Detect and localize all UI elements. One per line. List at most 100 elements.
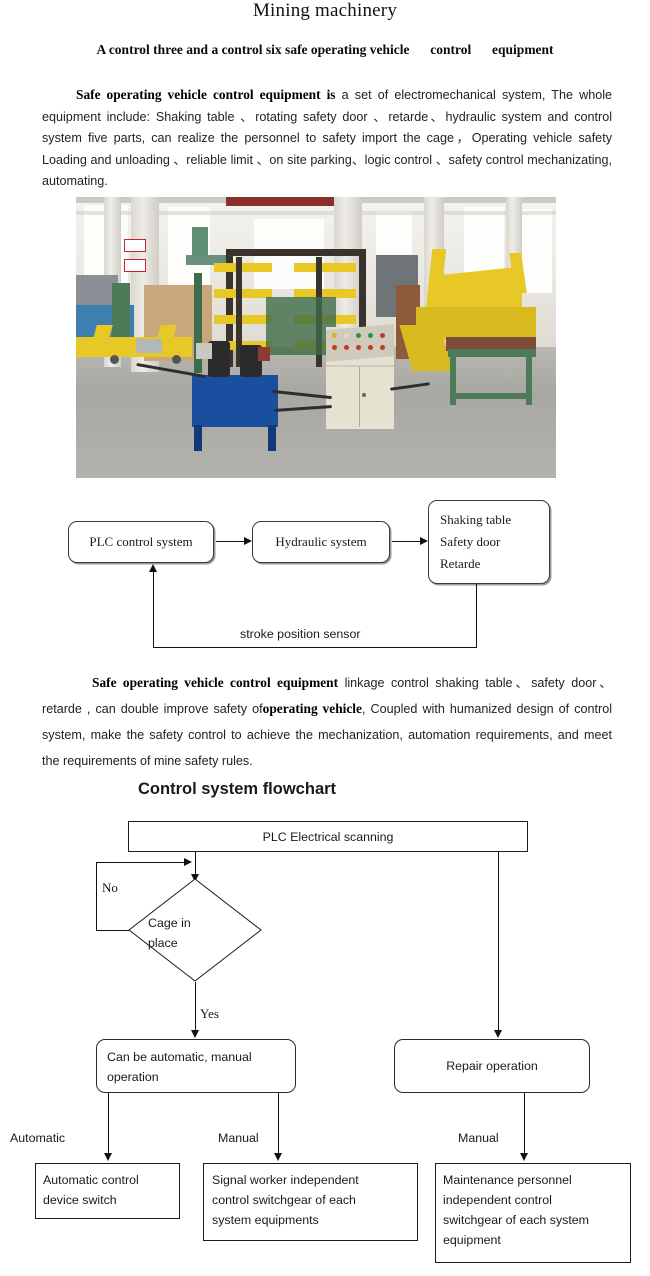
intro-body-text: a set of electromechanical system, The w… bbox=[42, 88, 613, 188]
subtitle-part-3: equipment bbox=[492, 42, 554, 57]
block-output-line-3: Retarde bbox=[440, 556, 481, 571]
block-arrow-2-head bbox=[420, 537, 428, 545]
intro-paragraph: Safe operating vehicle control equipment… bbox=[42, 84, 612, 193]
flow-node-repair-label: Repair operation bbox=[446, 1059, 538, 1073]
photo-indicator-2 bbox=[344, 333, 349, 338]
page-title: Mining machinery bbox=[252, 0, 398, 21]
flow-leaf-signal-worker-text: Signal worker independent control switch… bbox=[212, 1170, 410, 1230]
photo-clamp-5 bbox=[294, 263, 356, 272]
block-arrow-1-head bbox=[244, 537, 252, 545]
flow-line-automatic bbox=[108, 1093, 109, 1159]
photo-crane-rail bbox=[226, 197, 336, 206]
photo-indicator-3 bbox=[356, 333, 361, 338]
flow-arrow-manual-right bbox=[520, 1153, 528, 1161]
photo-cabinet-handle bbox=[362, 393, 366, 397]
flow-node-auto-manual-text: Can be automatic, manual operation bbox=[107, 1047, 289, 1087]
photo-stand-top bbox=[448, 349, 536, 357]
photo-cart-wheel-1 bbox=[110, 355, 119, 364]
flow-label-yes: Yes bbox=[200, 1006, 219, 1021]
flow-line-to-repair bbox=[498, 852, 499, 1036]
flow-line-manual-right bbox=[524, 1093, 525, 1159]
subtitle-part-2: control bbox=[430, 42, 472, 57]
subtitle-part-1: A control three and a control six safe o… bbox=[96, 42, 410, 57]
photo-clamp-2 bbox=[214, 289, 272, 298]
feedback-line-down bbox=[476, 584, 477, 648]
flow-label-no: No bbox=[102, 880, 118, 895]
flow-no-loop-arrow bbox=[184, 858, 192, 866]
photo-hydraulic-leg-2 bbox=[268, 425, 276, 451]
flow-node-plc-scan-label: PLC Electrical scanning bbox=[262, 829, 394, 844]
feedback-label: stroke position sensor bbox=[237, 627, 364, 641]
equipment-photo bbox=[76, 197, 556, 478]
flow-no-loop-vertical bbox=[96, 862, 97, 930]
block-node-plc-label: PLC control system bbox=[89, 534, 193, 549]
flow-decision-line-2: place bbox=[148, 936, 178, 950]
photo-indicator-1 bbox=[332, 333, 337, 338]
photo-pillar-label-2 bbox=[124, 259, 146, 272]
flow-line-manual-left bbox=[278, 1093, 279, 1159]
photo-motor-green bbox=[192, 227, 208, 257]
photo-button-4 bbox=[368, 345, 373, 350]
photo-cabinet-panel-top bbox=[326, 324, 394, 362]
flowchart-heading: Control system flowchart bbox=[138, 780, 337, 798]
photo-cart-cylinder bbox=[136, 339, 162, 353]
document-page: Mining machinery A control three and a c… bbox=[0, 0, 650, 1276]
photo-stand-brace bbox=[450, 393, 532, 399]
flow-decision-text: Cage in place bbox=[148, 913, 252, 953]
flow-leaf-signal-worker-line-1: Signal worker independent bbox=[212, 1173, 359, 1187]
intro-lead-phrase: Safe operating vehicle control equipment… bbox=[76, 87, 336, 102]
block-node-outputs-text: Shaking table Safety door Retarde bbox=[440, 509, 550, 579]
feedback-arrow-head bbox=[149, 564, 157, 572]
flow-leaf-signal-worker-line-3: system equipments bbox=[212, 1213, 319, 1227]
photo-indicator-5 bbox=[380, 333, 385, 338]
feedback-line-up bbox=[153, 572, 154, 648]
flow-leaf-signal-worker-line-2: control switchgear of each bbox=[212, 1193, 356, 1207]
photo-hydraulic-leg-1 bbox=[194, 425, 202, 451]
photo-clamp-3 bbox=[214, 315, 272, 324]
flow-leaf-maintenance-line-3: switchgear of each system bbox=[443, 1213, 589, 1227]
photo-hydraulic-filter bbox=[196, 343, 212, 359]
summary-paragraph: Safe operating vehicle control equipment… bbox=[42, 670, 612, 774]
photo-column-3 bbox=[334, 197, 362, 327]
photo-button-2 bbox=[344, 345, 349, 350]
feedback-line-across bbox=[153, 647, 477, 648]
photo-green-panel-left bbox=[112, 283, 130, 337]
flow-arrow-to-repair bbox=[494, 1030, 502, 1038]
flow-leaf-maintenance-line-4: equipment bbox=[443, 1233, 501, 1247]
photo-cart-wheel-2 bbox=[172, 355, 181, 364]
flow-label-manual-right: Manual bbox=[458, 1131, 499, 1145]
flow-decision-line-1: Cage in bbox=[148, 916, 191, 930]
flow-line-yes bbox=[195, 982, 196, 1036]
photo-cabinet-door-seam bbox=[359, 367, 360, 427]
photo-hydraulic-valve bbox=[258, 347, 270, 361]
flow-leaf-auto-switch-line-2: device switch bbox=[43, 1193, 117, 1207]
flow-leaf-auto-switch-text: Automatic control device switch bbox=[43, 1170, 173, 1210]
flow-label-manual-left: Manual bbox=[218, 1131, 259, 1145]
photo-pillar-label-1 bbox=[124, 239, 146, 252]
flow-leaf-maintenance-line-1: Maintenance personnel bbox=[443, 1173, 572, 1187]
subtitle: A control three and a control six safe o… bbox=[0, 42, 650, 58]
flow-arrow-yes bbox=[191, 1030, 199, 1038]
summary-lead-phrase: Safe operating vehicle control equipment bbox=[92, 675, 339, 690]
photo-button-5 bbox=[380, 345, 385, 350]
flow-no-loop-bottom bbox=[96, 930, 129, 931]
flow-no-loop-top bbox=[96, 862, 186, 863]
flow-leaf-auto-switch-line-1: Automatic control bbox=[43, 1173, 139, 1187]
photo-button-3 bbox=[356, 345, 361, 350]
photo-clamp-1 bbox=[214, 263, 272, 272]
block-arrow-1-line bbox=[216, 541, 246, 542]
flow-arrow-manual-left bbox=[274, 1153, 282, 1161]
flow-auto-manual-line-1: Can be automatic, manual bbox=[107, 1050, 252, 1064]
block-node-hydraulic-label: Hydraulic system bbox=[275, 534, 367, 549]
photo-frame-top-beam bbox=[226, 249, 366, 256]
block-output-line-1: Shaking table bbox=[440, 512, 512, 527]
summary-lead-phrase-2: operating vehicle bbox=[262, 701, 362, 716]
flow-auto-manual-line-2: operation bbox=[107, 1070, 159, 1084]
photo-indicator-4 bbox=[368, 333, 373, 338]
flow-leaf-maintenance-text: Maintenance personnel independent contro… bbox=[443, 1170, 625, 1250]
photo-cabinet-divider bbox=[326, 365, 394, 367]
photo-button-1 bbox=[332, 345, 337, 350]
flow-arrow-automatic bbox=[104, 1153, 112, 1161]
flow-label-automatic: Automatic bbox=[10, 1131, 66, 1145]
block-output-line-2: Safety door bbox=[440, 534, 501, 549]
